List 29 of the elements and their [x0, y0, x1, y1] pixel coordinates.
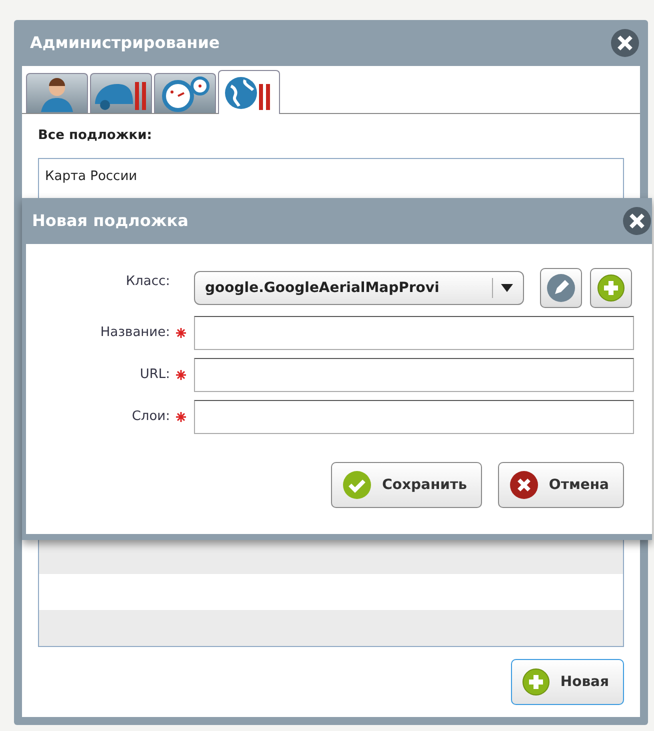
tab[interactable] [90, 73, 152, 113]
close-button[interactable] [622, 206, 652, 236]
new-button[interactable]: Новая [511, 659, 624, 705]
tab[interactable] [26, 73, 88, 113]
save-button[interactable]: Сохранить [331, 462, 482, 508]
class-dropdown[interactable]: google.GoogleAerialMapProvi [194, 271, 524, 305]
caret-icon [501, 284, 513, 292]
list-item[interactable]: Карта России [39, 158, 623, 194]
pencil-icon [546, 273, 576, 303]
input-field[interactable] [194, 400, 634, 434]
tab[interactable] [218, 70, 280, 114]
edit-button[interactable] [540, 268, 582, 308]
section-label: Все подложки: [38, 127, 153, 145]
tab[interactable] [154, 73, 216, 113]
close-icon [508, 470, 539, 500]
field-label: Класс: [124, 273, 171, 291]
cancel-button[interactable]: Отмена [498, 462, 624, 508]
plus-icon [522, 668, 550, 696]
input-field[interactable] [194, 358, 634, 392]
close-button[interactable] [610, 28, 640, 58]
input-field[interactable] [194, 316, 634, 350]
plus-icon [597, 274, 625, 302]
field-label: URL: [138, 366, 171, 384]
window-title: Администрирование [30, 32, 220, 54]
check-icon [342, 470, 372, 500]
field-label: Слои: [130, 408, 171, 426]
add-button[interactable] [590, 268, 632, 308]
field-label: Название: [99, 324, 171, 342]
dialog-title: Новая подложка [32, 210, 188, 232]
